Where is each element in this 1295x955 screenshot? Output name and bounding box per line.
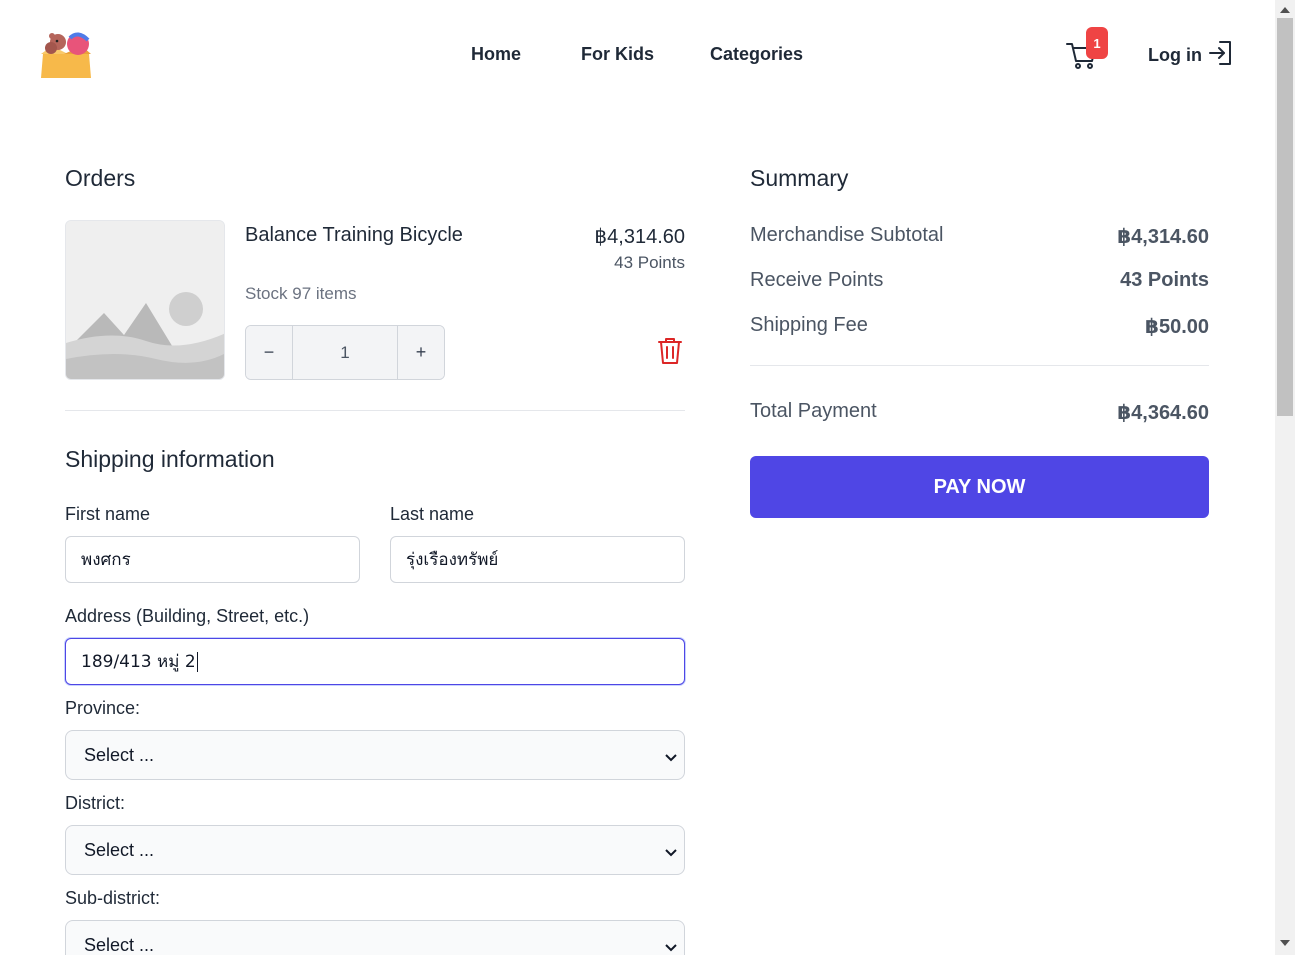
login-button[interactable]: Log in: [1148, 40, 1234, 70]
district-value: Select ...: [84, 839, 155, 860]
quantity-value[interactable]: 1: [292, 326, 398, 379]
last-name-value: รุ่งเรืองทรัพย์: [406, 550, 499, 570]
address-value: 189/413 หมู่ 2: [81, 652, 196, 672]
nav-home[interactable]: Home: [471, 44, 521, 65]
province-value: Select ...: [84, 744, 155, 765]
summary-divider: [750, 365, 1209, 366]
text-caret: [196, 651, 198, 672]
province-select[interactable]: Select ...: [65, 730, 685, 780]
subdistrict-value: Select ...: [84, 934, 155, 955]
login-icon: [1208, 39, 1234, 72]
page-scrollbar[interactable]: [1275, 0, 1295, 955]
province-label: Province:: [65, 698, 141, 718]
first-name-value: พงศกร: [81, 550, 131, 570]
address-label: Address (Building, Street, etc.): [65, 606, 310, 626]
merchandise-subtotal-value: ฿4,314.60: [1117, 226, 1209, 248]
product-stock: Stock 97 items: [245, 284, 357, 303]
last-name-field[interactable]: รุ่งเรืองทรัพย์: [390, 536, 685, 583]
merchandise-subtotal-label: Merchandise Subtotal: [750, 224, 944, 246]
scroll-down-arrow-icon[interactable]: [1280, 940, 1290, 946]
product-price: ฿4,314.60: [594, 226, 685, 248]
scroll-up-arrow-icon[interactable]: [1280, 7, 1290, 13]
first-name-field[interactable]: พงศกร: [65, 536, 360, 583]
product-points: 43 Points: [614, 253, 685, 272]
shipping-fee-label: Shipping Fee: [750, 314, 868, 336]
first-name-label: First name: [65, 504, 151, 524]
receive-points-value: 43 Points: [1120, 269, 1209, 291]
product-name: Balance Training Bicycle: [245, 224, 463, 246]
increase-quantity-button[interactable]: +: [398, 326, 444, 379]
subdistrict-select[interactable]: Select ...: [65, 920, 685, 955]
product-image-placeholder: [65, 220, 225, 380]
total-payment-value: ฿4,364.60: [1117, 402, 1209, 424]
shipping-fee-value: ฿50.00: [1145, 316, 1209, 338]
shipping-heading: Shipping information: [65, 446, 275, 472]
site-header: Home For Kids Categories 1 Log in: [0, 0, 1275, 110]
pay-now-button[interactable]: PAY NOW: [750, 456, 1209, 518]
orders-divider: [65, 410, 685, 411]
chevron-down-icon: [664, 938, 678, 952]
chevron-down-icon: [664, 843, 678, 857]
decrease-quantity-button[interactable]: −: [246, 326, 292, 379]
orders-heading: Orders: [65, 165, 136, 191]
nav-for-kids[interactable]: For Kids: [581, 44, 654, 65]
cart-count-badge: 1: [1086, 27, 1108, 59]
scrollbar-thumb[interactable]: [1277, 18, 1293, 416]
nav-categories[interactable]: Categories: [710, 44, 803, 65]
quantity-stepper: − 1 +: [245, 325, 445, 380]
district-label: District:: [65, 793, 125, 813]
summary-heading: Summary: [750, 165, 849, 191]
subdistrict-label: Sub-district:: [65, 888, 161, 908]
receive-points-label: Receive Points: [750, 269, 884, 291]
total-payment-label: Total Payment: [750, 400, 877, 422]
last-name-label: Last name: [390, 504, 475, 524]
login-label: Log in: [1148, 44, 1202, 65]
chevron-down-icon: [664, 748, 678, 762]
district-select[interactable]: Select ...: [65, 825, 685, 875]
address-field[interactable]: 189/413 หมู่ 2: [65, 638, 685, 685]
trash-icon[interactable]: [657, 336, 683, 366]
